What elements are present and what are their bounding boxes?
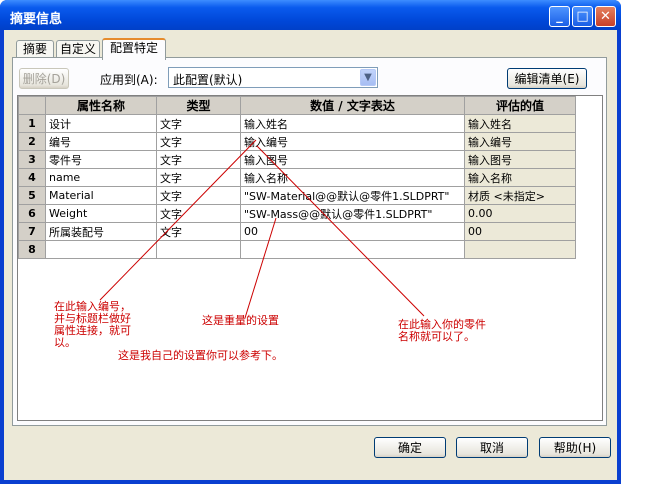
annotation-line-3: [256, 145, 425, 317]
annotation-note-number: 在此输入编号， 并与标题栏做好 属性连接，就可 以。: [54, 300, 131, 349]
annotation-line-1: [99, 139, 257, 301]
annotation-note-weight: 这是重量的设置: [202, 314, 279, 327]
tab-config-specific[interactable]: 配置特定: [102, 38, 166, 60]
annotation-lines: [99, 139, 425, 319]
annotation-note-name: 在此输入你的零件 名称就可以了。: [398, 318, 486, 343]
annotation-note-reference: 这是我自己的设置你可以参考下。: [118, 349, 283, 362]
annotation-line-2: [244, 217, 277, 319]
